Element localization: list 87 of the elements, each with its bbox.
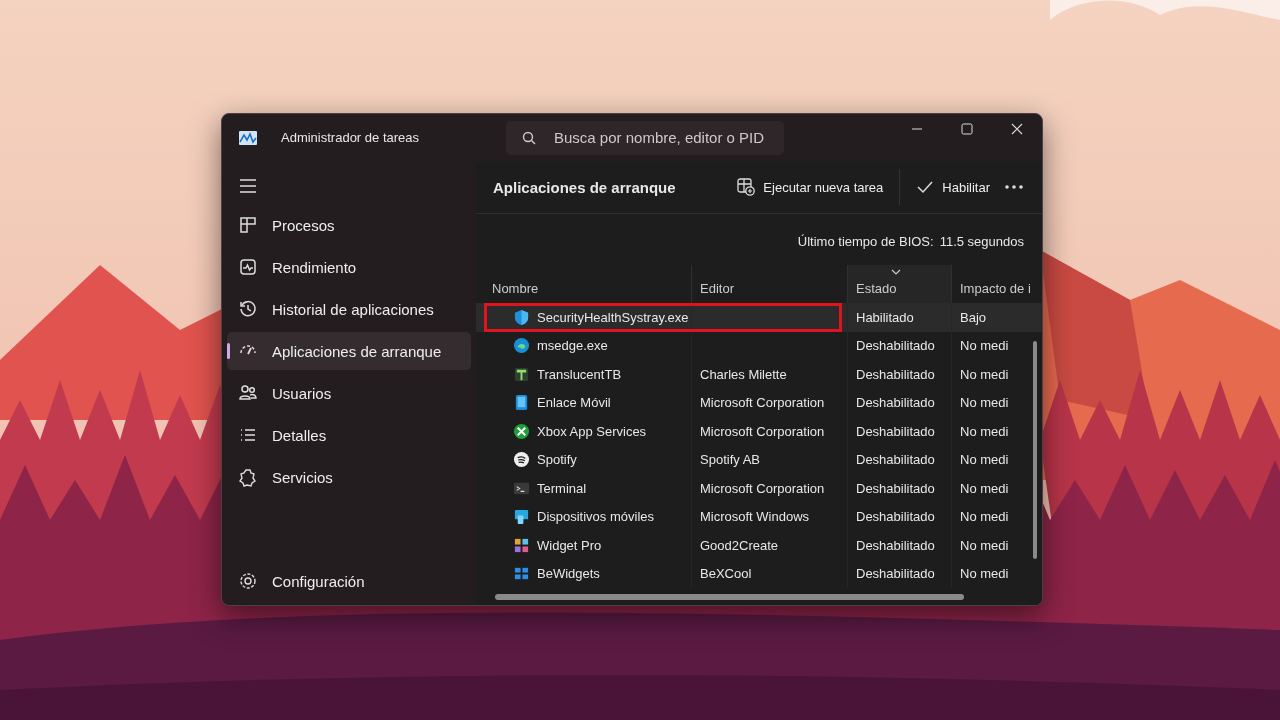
table-cell: Deshabilitado [848, 360, 952, 389]
table-cell: Deshabilitado [848, 445, 952, 474]
table-cell: BeXCool [692, 559, 848, 588]
table-row[interactable]: Spotify Spotify AB Deshabilitado No medi [476, 445, 1042, 474]
table-row[interactable]: Enlace Móvil Microsoft Corporation Deshabilitado No medi [476, 388, 1042, 417]
name-cell: Widget Pro [476, 531, 692, 560]
column-header[interactable]: Estado [848, 265, 952, 303]
page-title: Aplicaciones de arranque [493, 178, 676, 196]
bios-time-label: Último tiempo de BIOS: [797, 234, 934, 249]
table-cell-text: No medi [959, 394, 1010, 413]
table-cell-text: No medi [959, 479, 1010, 498]
search-field[interactable]: Busca por nombre, editor o PID [506, 120, 784, 155]
table-cell-text: No medi [959, 536, 1010, 555]
name-cell: msedge.exe [476, 331, 692, 360]
users-icon [238, 383, 258, 403]
nav-item[interactable]: Procesos [227, 206, 471, 244]
table-row[interactable]: BeWidgets BeXCool Deshabilitado No medi [476, 559, 1042, 588]
new-task-icon [737, 178, 756, 196]
grid-icon [238, 215, 258, 235]
close-icon [1011, 122, 1023, 135]
table-row[interactable]: Dispositivos móviles Microsoft Windows Deshabilitado No medi [476, 502, 1042, 531]
name-cell: Xbox App Services [476, 417, 692, 446]
app-icon [513, 365, 530, 383]
table-cell-text: No medi [959, 337, 1010, 356]
scrollbar[interactable] [495, 594, 964, 600]
nav-item[interactable]: Detalles [227, 416, 471, 454]
run-task-button[interactable]: Ejecutar nueva tarea [729, 172, 892, 202]
search-icon [522, 130, 536, 145]
table-cell: Microsoft Corporation [692, 417, 848, 446]
table-cell: Microsoft Windows [692, 502, 848, 531]
table-cell-text: No medi [959, 508, 1010, 527]
table-cell-text: No medi [959, 565, 1010, 584]
table-cell: Spotify AB [692, 445, 848, 474]
name-cell: TranslucentTB [476, 360, 692, 389]
app-icon [513, 308, 530, 326]
table-cell-text: No medi [959, 451, 1010, 470]
app-icon [239, 130, 257, 145]
name-cell: BeWidgets [476, 559, 692, 588]
table-cell: Deshabilitado [848, 331, 952, 360]
table-cell: Bajo [952, 303, 1042, 332]
table-cell: Microsoft Corporation [692, 474, 848, 503]
maximize-icon [961, 122, 973, 135]
app-icon [513, 451, 530, 469]
app-icon [513, 508, 530, 526]
history-icon [238, 299, 258, 319]
nav-item[interactable]: Servicios [227, 458, 471, 496]
table-cell: Deshabilitado [848, 531, 952, 560]
enable-button[interactable]: Habilitar [908, 172, 998, 202]
app-icon [513, 422, 530, 440]
settings-item[interactable]: Configuración [227, 562, 471, 600]
table-cell-text: No medi [959, 365, 1010, 384]
app-icon [513, 536, 530, 554]
name-cell: Spotify [476, 445, 692, 474]
table-cell: Microsoft Corporation [692, 388, 848, 417]
column-header[interactable]: Impacto de i [952, 265, 1042, 303]
table-cell: Deshabilitado [848, 388, 952, 417]
table-cell: Deshabilitado [848, 559, 952, 588]
nav-item[interactable]: Usuarios [227, 374, 471, 412]
table-cell: Deshabilitado [848, 502, 952, 531]
pulse-chart-icon [238, 257, 258, 277]
table-cell: Good2Create [692, 531, 848, 560]
table-cell: Charles Milette [692, 360, 848, 389]
nav-item[interactable]: Historial de aplicaciones [227, 290, 471, 328]
name-cell: Dispositivos móviles [476, 502, 692, 531]
nav-item[interactable]: Aplicaciones de arranque [227, 332, 471, 370]
settings-icon [238, 571, 258, 591]
scrollbar[interactable] [1033, 341, 1037, 559]
name-cell: Terminal [476, 474, 692, 503]
chevron-down-icon [891, 269, 901, 275]
app-icon [513, 394, 530, 412]
window-title: Administrador de tareas [281, 130, 420, 145]
table-row[interactable]: SecurityHealthSystray.exe Habilitado Bajo [476, 303, 1042, 332]
nav-item[interactable]: Rendimiento [227, 248, 471, 286]
bios-time-value: 11.5 segundos [939, 234, 1024, 249]
table-cell-text: No medi [959, 422, 1010, 441]
table-row[interactable]: Xbox App Services Microsoft Corporation Deshabilitado No medi [476, 417, 1042, 446]
table-row[interactable]: msedge.exe Deshabilitado No medi [476, 331, 1042, 360]
menu-icon[interactable] [239, 179, 257, 193]
table-row[interactable]: Widget Pro Good2Create Deshabilitado No medi [476, 531, 1042, 560]
table-row[interactable]: TranslucentTB Charles Milette Deshabilitado No medi [476, 360, 1042, 389]
app-icon [513, 337, 530, 355]
table-cell: Deshabilitado [848, 417, 952, 446]
table-row[interactable]: Terminal Microsoft Corporation Deshabilitado No medi [476, 474, 1042, 503]
name-cell: Enlace Móvil [476, 388, 692, 417]
more-icon[interactable] [1004, 184, 1024, 190]
table-cell: Deshabilitado [848, 474, 952, 503]
table-cell: Habilitado [848, 303, 952, 332]
